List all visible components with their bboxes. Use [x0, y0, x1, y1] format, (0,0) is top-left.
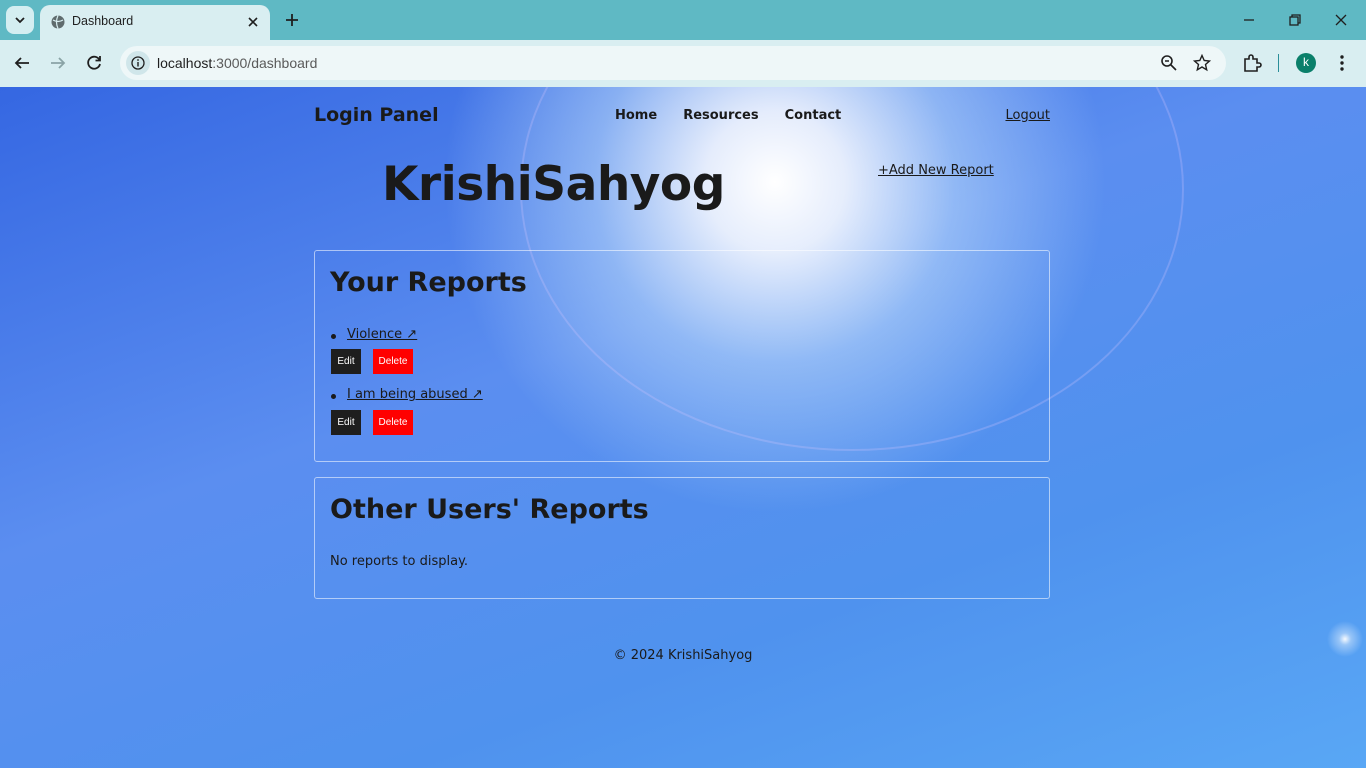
your-reports-card: Your Reports Violence ↗ Edit Delete I am… [314, 250, 1050, 462]
empty-state-text: No reports to display. [330, 554, 469, 569]
delete-button[interactable]: Delete [373, 410, 413, 435]
list-item: I am being abused ↗ Edit Delete [331, 387, 551, 439]
page-title: KrishiSahyog [382, 157, 725, 212]
edit-button[interactable]: Edit [331, 410, 361, 435]
other-reports-heading: Other Users' Reports [330, 494, 649, 525]
url-text: localhost:3000/dashboard [157, 55, 318, 71]
nav-link-contact[interactable]: Contact [785, 108, 842, 123]
nav-link-home[interactable]: Home [615, 108, 657, 123]
new-tab-icon[interactable] [282, 10, 302, 30]
tab-search-button[interactable] [6, 6, 34, 34]
back-arrow-icon[interactable] [11, 52, 33, 74]
bullet [331, 394, 336, 399]
chevron-down-icon [15, 17, 25, 24]
bookmark-star-icon[interactable] [1193, 54, 1211, 72]
report-link[interactable]: Violence ↗ [347, 327, 417, 342]
report-link[interactable]: I am being abused ↗ [347, 387, 483, 402]
minimize-icon[interactable] [1239, 10, 1259, 30]
add-new-report-link[interactable]: +Add New Report [878, 163, 994, 178]
your-reports-heading: Your Reports [330, 267, 527, 298]
browser-toolbar: localhost:3000/dashboard k [0, 40, 1366, 87]
delete-button[interactable]: Delete [373, 349, 413, 374]
reload-icon[interactable] [83, 52, 105, 74]
restore-icon[interactable] [1285, 10, 1305, 30]
toolbar-divider [1278, 54, 1279, 72]
browser-tabstrip: Dashboard [0, 0, 1366, 40]
close-tab-icon[interactable] [244, 13, 262, 31]
list-item: Violence ↗ Edit Delete [331, 327, 531, 379]
bullet [331, 334, 336, 339]
browser-tab-dashboard[interactable]: Dashboard [40, 5, 270, 40]
site-navbar: Login Panel Home Resources Contact Logou… [314, 87, 1050, 144]
edit-button[interactable]: Edit [331, 349, 361, 374]
logout-link[interactable]: Logout [1005, 108, 1050, 123]
site-brand[interactable]: Login Panel [314, 104, 439, 126]
tab-title: Dashboard [72, 14, 134, 28]
close-window-icon[interactable] [1331, 10, 1351, 30]
site-info-icon[interactable] [126, 51, 150, 75]
globe-icon [51, 15, 65, 29]
other-reports-card: Other Users' Reports No reports to displ… [314, 477, 1050, 599]
nav-link-resources[interactable]: Resources [683, 108, 758, 123]
profile-avatar[interactable]: k [1296, 53, 1316, 73]
zoom-icon[interactable] [1160, 54, 1178, 72]
extensions-puzzle-icon[interactable] [1241, 52, 1263, 74]
menu-kebab-icon[interactable] [1331, 52, 1353, 74]
footer-copyright: © 2024 KrishiSahyog [613, 648, 753, 663]
address-bar[interactable]: localhost:3000/dashboard [120, 46, 1226, 80]
page-viewport: Login Panel Home Resources Contact Logou… [0, 87, 1366, 768]
forward-arrow-icon[interactable] [47, 52, 69, 74]
nav-links: Home Resources Contact [615, 108, 841, 123]
